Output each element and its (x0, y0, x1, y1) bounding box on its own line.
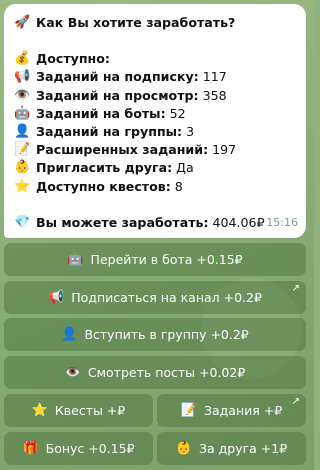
invite-friend-button[interactable]: 👶 За друга +1₽ (157, 432, 306, 465)
stat-view: 👁️ Заданий на просмотр: 358 (14, 87, 296, 105)
memo-icon: 📝 (180, 403, 197, 418)
stat-extended: 📝 Расширенных заданий: 197 (14, 141, 296, 159)
megaphone-icon: 📢 (14, 69, 31, 85)
stat-quests: ⭐ Доступно квестов: 8 (14, 178, 296, 196)
watch-posts-button[interactable]: 👁️ Смотреть посты +0.02₽ (4, 356, 306, 389)
earn-total: 💎 Вы можете заработать: 404.06₽ (14, 214, 296, 232)
user-icon: 👤 (61, 327, 78, 342)
robot-icon: 🤖 (67, 252, 84, 267)
memo-icon: 📝 (14, 142, 31, 158)
bot-message: 🚀 Как Вы хотите заработать? 💰 Доступно: … (4, 4, 306, 238)
star-icon: ⭐ (31, 403, 48, 418)
tasks-button[interactable]: 📝 Задания +₽ ↗ (157, 394, 306, 427)
subscribe-channel-button[interactable]: 📢 Подписаться на канал +0.2₽ ↗ (4, 281, 306, 314)
stat-bots: 🤖 Заданий на боты: 52 (14, 105, 296, 123)
message-time: 15:16 (266, 215, 298, 229)
join-group-button[interactable]: 👤 Вступить в группу +0.2₽ (4, 318, 306, 351)
external-link-icon: ↗ (291, 283, 300, 294)
robot-icon: 🤖 (14, 105, 31, 121)
message-title: 🚀 Как Вы хотите заработать? (14, 14, 296, 32)
go-to-bot-button[interactable]: 🤖 Перейти в бота +0.15₽ (4, 243, 306, 276)
money-bag-icon: 💰 (14, 51, 31, 67)
quests-button[interactable]: ⭐ Квесты +₽ (4, 394, 153, 427)
star-icon: ⭐ (14, 178, 31, 194)
stat-invite: 👶 Пригласить друга: Да (14, 159, 296, 177)
user-icon: 👤 (14, 124, 31, 140)
eye-icon: 👁️ (64, 365, 81, 380)
gem-icon: 💎 (14, 214, 31, 230)
baby-icon: 👶 (175, 441, 192, 456)
megaphone-icon: 📢 (48, 290, 65, 305)
available-heading: 💰 Доступно: (14, 50, 296, 68)
stat-subscribe: 📢 Заданий на подписку: 117 (14, 68, 296, 86)
bonus-button[interactable]: 🎁 Бонус +0.15₽ (4, 432, 153, 465)
external-link-icon: ↗ (291, 396, 300, 407)
baby-icon: 👶 (14, 160, 31, 176)
gift-icon: 🎁 (22, 441, 39, 456)
stat-groups: 👤 Заданий на группы: 3 (14, 123, 296, 141)
rocket-icon: 🚀 (14, 15, 31, 30)
eye-icon: 👁️ (14, 87, 31, 103)
